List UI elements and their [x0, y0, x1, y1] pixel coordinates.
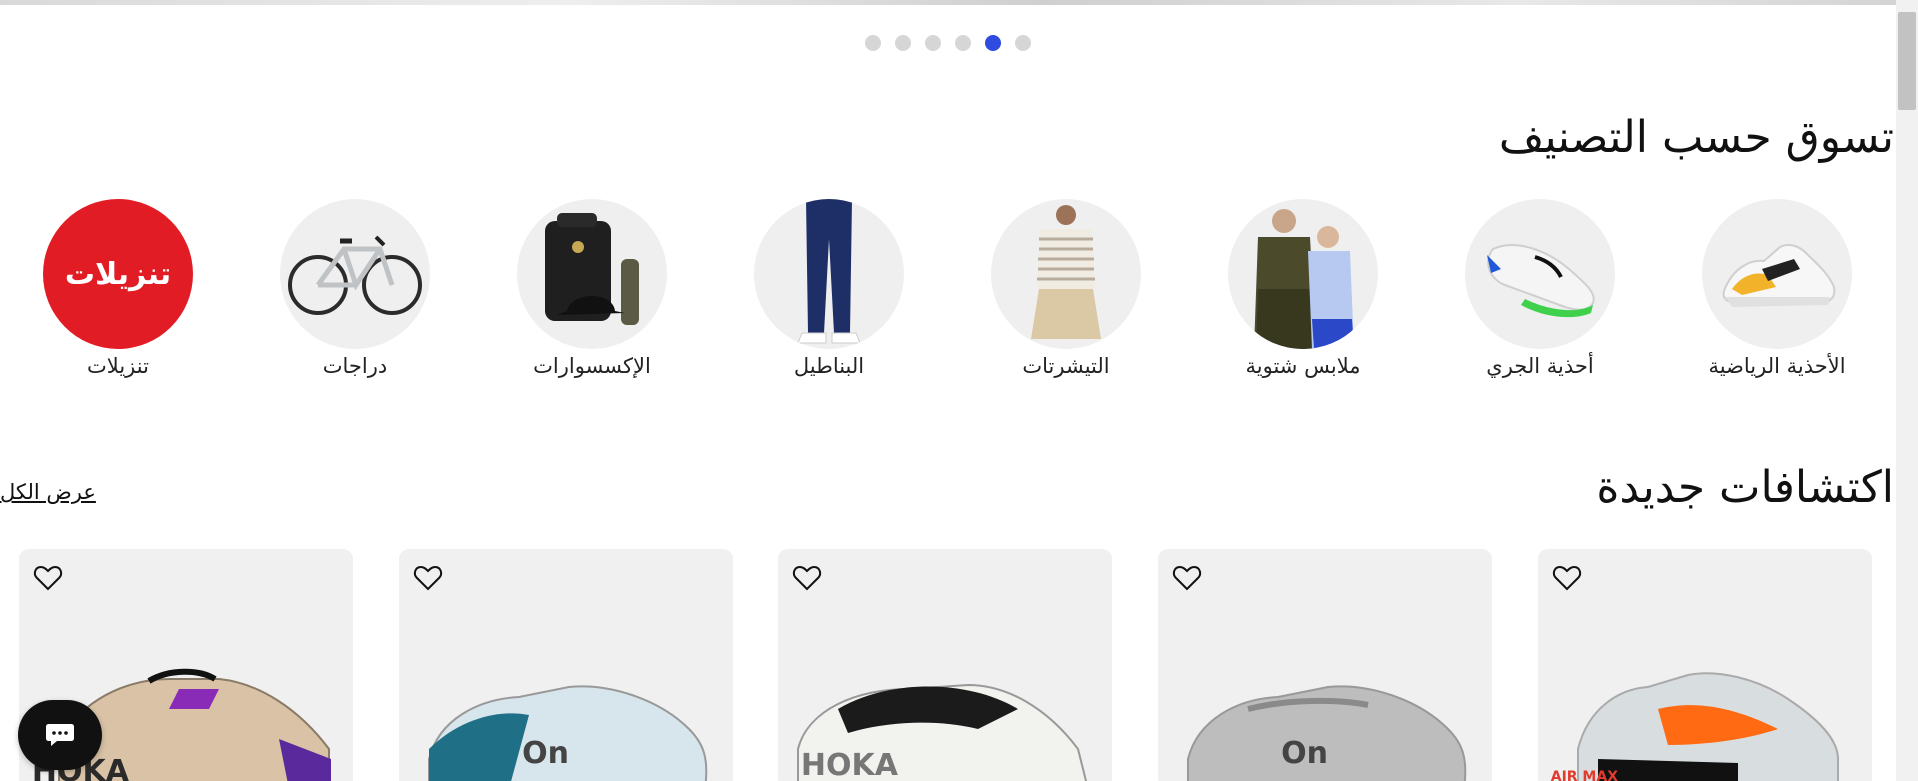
category-bicycles[interactable]: دراجات: [280, 199, 430, 378]
scrollbar-thumb[interactable]: [1898, 12, 1916, 110]
category-sneakers[interactable]: الأحذية الرياضية: [1702, 199, 1852, 378]
running-shoe-icon: [1465, 199, 1615, 349]
carousel-dots: [865, 35, 1031, 51]
pants-icon: [754, 199, 904, 349]
on-shoe-icon: On: [1187, 685, 1467, 781]
bicycle-icon: [280, 199, 430, 349]
carousel-dot[interactable]: [1015, 35, 1031, 51]
category-running-shoes[interactable]: أحذية الجري: [1465, 199, 1615, 378]
tshirt-icon: [991, 199, 1141, 349]
view-all-link[interactable]: عرض الكل: [0, 480, 96, 504]
product-card[interactable]: HOKA: [778, 549, 1112, 781]
product-card[interactable]: AIR MAX: [1538, 549, 1872, 781]
accessories-icon: [517, 199, 667, 349]
category-label: الأحذية الرياضية: [1708, 354, 1846, 378]
sale-badge-text: تنزيلات: [64, 256, 172, 292]
nike-shoe-icon: AIR MAX: [1551, 672, 1839, 781]
carousel-dot[interactable]: [895, 35, 911, 51]
shoe-brand-mark: AIR MAX: [1551, 769, 1618, 781]
category-sale[interactable]: تنزيلات تنزيلات: [43, 199, 193, 378]
shoe-brand-mark: On: [522, 736, 569, 771]
sale-badge: تنزيلات: [43, 199, 193, 349]
page-scrollbar[interactable]: [1896, 0, 1918, 781]
category-label: ملابس شتوية: [1245, 354, 1361, 378]
hoka-shoe-icon: HOKA: [797, 683, 1088, 781]
shoe-brand-mark: On: [1281, 736, 1328, 771]
carousel-dot[interactable]: [865, 35, 881, 51]
category-winter-clothes[interactable]: ملابس شتوية: [1228, 199, 1378, 378]
carousel-dot[interactable]: [955, 35, 971, 51]
category-label: الإكسسوارات: [533, 354, 651, 378]
category-label: التيشرتات: [1022, 354, 1110, 378]
product-card[interactable]: On: [399, 549, 733, 781]
product-card[interactable]: On: [1158, 549, 1492, 781]
hero-banner-edge: [0, 0, 1896, 5]
category-label: البناطيل: [793, 354, 865, 378]
category-accessories[interactable]: الإكسسوارات: [517, 199, 667, 378]
chat-bubble-icon: [46, 724, 74, 746]
shoe-brand-mark: HOKA: [801, 748, 899, 781]
sneaker-icon: [1702, 199, 1852, 349]
new-arrivals-title: اكتشافات جديدة: [1596, 462, 1894, 513]
on-shoe-icon: On: [428, 685, 708, 781]
category-label: دراجات: [322, 354, 388, 378]
carousel-dot[interactable]: [925, 35, 941, 51]
carousel-dot-active[interactable]: [985, 35, 1001, 51]
chat-button[interactable]: [18, 700, 102, 770]
category-label: تنزيلات: [87, 354, 149, 378]
winter-jacket-icon: [1228, 199, 1378, 349]
shop-by-category-title: تسوق حسب التصنيف: [1498, 112, 1894, 163]
category-tshirts[interactable]: التيشرتات: [991, 199, 1141, 378]
category-pants[interactable]: البناطيل: [754, 199, 904, 378]
category-label: أحذية الجري: [1486, 354, 1594, 378]
